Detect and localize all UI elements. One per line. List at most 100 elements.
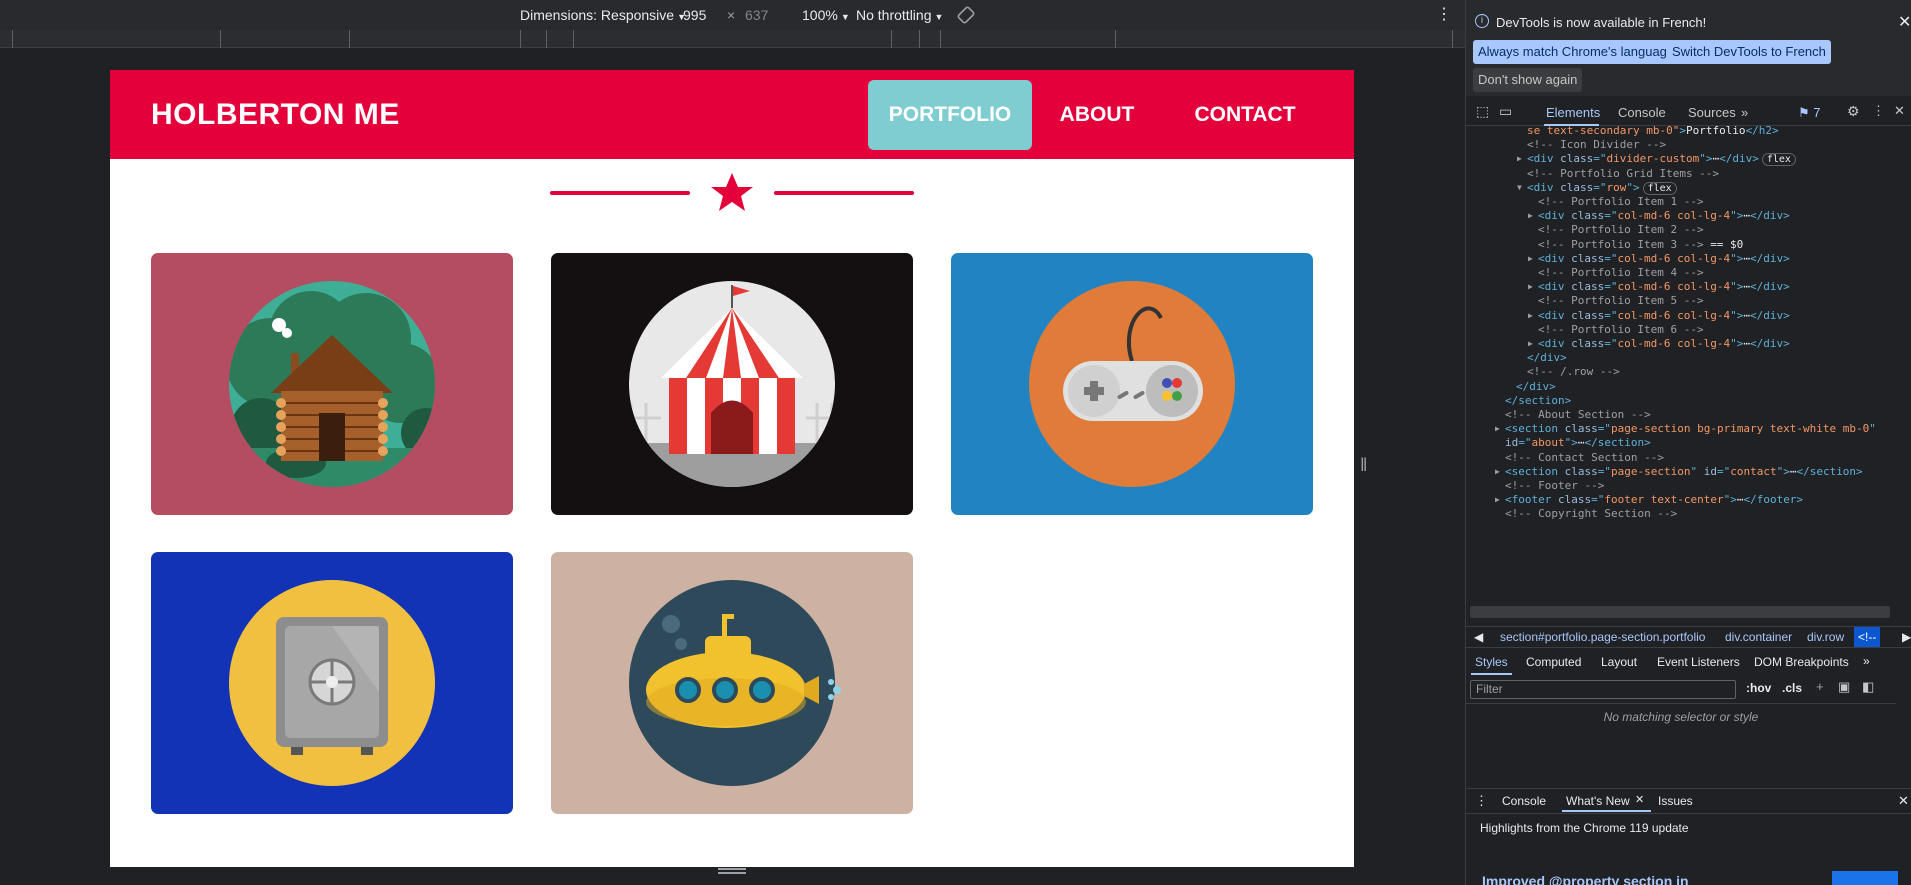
dom-tree-line[interactable]: ▶ <footer class="footer text-center">⋯</f… — [1495, 493, 1803, 506]
brand-title[interactable]: HOLBERTON ME — [151, 98, 400, 132]
dom-tree-line[interactable]: </div> — [1527, 351, 1567, 364]
dom-tree-line[interactable]: <!-- /.row --> — [1527, 365, 1620, 378]
dom-tree-line[interactable]: <!-- Icon Divider --> — [1527, 138, 1666, 151]
tab-computed[interactable]: Computed — [1526, 655, 1581, 669]
dimensions-dropdown[interactable]: Dimensions: Responsive ▼ — [520, 7, 686, 23]
dom-tree-line[interactable]: <!-- Portfolio Item 2 --> — [1538, 223, 1704, 236]
close-icon[interactable]: ✕ — [1635, 793, 1644, 806]
crumb-left-icon[interactable]: ◀ — [1474, 630, 1483, 644]
crumb-row[interactable]: div.row — [1807, 630, 1844, 644]
dom-tree-line[interactable]: <!-- Copyright Section --> — [1505, 507, 1677, 520]
dom-tree-line[interactable]: <!-- About Section --> — [1505, 408, 1651, 421]
more-tabs-icon[interactable]: » — [1863, 654, 1870, 668]
dom-tree-line[interactable]: ▶ <div class="col-md-6 col-lg-4">⋯</div> — [1528, 280, 1790, 293]
dom-tree-line[interactable]: <!-- Portfolio Item 4 --> — [1538, 266, 1704, 279]
dom-tree-line[interactable]: <!-- Footer --> — [1505, 479, 1604, 492]
close-icon[interactable]: ✕ — [1894, 103, 1905, 119]
expand-right-icon[interactable]: ▶ — [1495, 467, 1500, 476]
dom-tree-line[interactable]: ▶ <div class="divider-custom">⋯</div> flex — [1517, 152, 1796, 167]
rotate-icon[interactable] — [956, 5, 976, 25]
resize-handle-bottom[interactable] — [718, 868, 746, 874]
height-input[interactable]: 637 — [745, 7, 768, 23]
nav-portfolio[interactable]: PORTFOLIO — [868, 80, 1032, 150]
crumb-container[interactable]: div.container — [1725, 630, 1792, 644]
dom-tree-line[interactable]: ▶ <div class="col-md-6 col-lg-4">⋯</div> — [1528, 337, 1790, 350]
nav-contact[interactable]: CONTACT — [1170, 80, 1320, 150]
dom-tree-line[interactable]: ▶ <div class="col-md-6 col-lg-4">⋯</div> — [1528, 252, 1790, 265]
styles-filter-input[interactable]: Filter — [1470, 680, 1736, 699]
expand-right-icon[interactable]: ▶ — [1528, 339, 1533, 348]
tab-elements[interactable]: Elements — [1546, 105, 1600, 120]
dom-tree-line[interactable]: </section> — [1505, 394, 1571, 407]
expand-right-icon[interactable]: ▶ — [1528, 282, 1533, 291]
expand-right-icon[interactable]: ▶ — [1528, 211, 1533, 220]
dom-tree-line[interactable]: <!-- Portfolio Item 3 --> == $0 — [1538, 238, 1743, 251]
resize-handle-right[interactable]: ‖ — [1360, 455, 1367, 476]
portfolio-item-cabin[interactable] — [151, 253, 513, 515]
kebab-menu-icon[interactable]: ⋮ — [1872, 103, 1885, 119]
dom-tree-line[interactable]: <!-- Contact Section --> — [1505, 451, 1664, 464]
expand-right-icon[interactable]: ▶ — [1528, 311, 1533, 320]
expand-right-icon[interactable]: ▶ — [1528, 254, 1533, 263]
paint-icon[interactable]: ▣ — [1838, 679, 1850, 695]
dom-tree-line[interactable]: <!-- Portfolio Item 5 --> — [1538, 294, 1704, 307]
tab-styles[interactable]: Styles — [1475, 655, 1508, 669]
issues-badge[interactable]: ⚑ 7 — [1798, 105, 1821, 121]
device-mode-icon[interactable]: ▭ — [1499, 103, 1512, 120]
dom-tree-line[interactable]: ▶ <section class="page-section" id="conta… — [1495, 465, 1863, 478]
expand-right-icon[interactable]: ▶ — [1495, 424, 1500, 433]
width-input[interactable]: 995 — [683, 7, 706, 23]
flex-badge[interactable]: flex — [1761, 153, 1796, 167]
tab-sources[interactable]: Sources — [1688, 105, 1736, 120]
flex-badge[interactable]: flex — [1642, 181, 1677, 195]
add-rule-icon[interactable]: + — [1816, 679, 1824, 694]
portfolio-item-submarine[interactable] — [551, 552, 913, 814]
crumb-section[interactable]: section#portfolio.page-section.portfolio — [1500, 630, 1705, 644]
drawer-tab-issues[interactable]: Issues — [1658, 794, 1693, 808]
tab-console[interactable]: Console — [1618, 105, 1666, 120]
dom-tree-line[interactable]: </div> — [1516, 380, 1556, 393]
cls-button[interactable]: .cls — [1782, 681, 1802, 695]
dom-tree-line[interactable]: <!-- Portfolio Grid Items --> — [1527, 167, 1719, 180]
portfolio-item-game[interactable] — [951, 253, 1313, 515]
tab-event-listeners[interactable]: Event Listeners — [1657, 655, 1740, 669]
tab-dom-breakpoints[interactable]: DOM Breakpoints — [1754, 655, 1849, 669]
drawer-tab-whats-new[interactable]: What's New — [1566, 794, 1630, 808]
dom-tree-line[interactable]: ▼ <div class="row"> flex — [1517, 181, 1677, 195]
sidebar-toggle-icon[interactable]: ◧ — [1862, 679, 1874, 695]
throttling-dropdown[interactable]: No throttling ▼ — [856, 7, 943, 23]
dom-tree-line[interactable]: ▶ <section class="page-section bg-primary… — [1495, 422, 1876, 435]
crumb-right-icon[interactable]: ▶ — [1902, 630, 1911, 644]
device-toolbar: Dimensions: Responsive ▼ 995 × 637 100% ▼ … — [0, 0, 1465, 30]
zoom-dropdown[interactable]: 100% ▼ — [802, 7, 850, 23]
settings-icon[interactable]: ⚙ — [1847, 103, 1860, 120]
dom-tree-line[interactable]: ▶ <div class="col-md-6 col-lg-4">⋯</div> — [1528, 309, 1790, 322]
drawer-tab-console[interactable]: Console — [1502, 794, 1546, 808]
hov-button[interactable]: :hov — [1746, 681, 1771, 695]
expand-right-icon[interactable]: ▶ — [1495, 495, 1500, 504]
crumb-comment[interactable]: <!-- — [1854, 627, 1881, 647]
kebab-menu-icon[interactable]: ⋮ — [1436, 4, 1452, 24]
dom-tree-line[interactable]: se text-secondary mb-0">Portfolio</h2> — [1527, 124, 1779, 137]
switch-french-button[interactable]: Switch DevTools to French — [1667, 40, 1831, 64]
close-icon[interactable]: ✕ — [1898, 12, 1911, 32]
whats-new-link[interactable]: Improved @property section in — [1482, 873, 1689, 885]
kebab-menu-icon[interactable]: ⋮ — [1475, 793, 1488, 809]
more-tabs-icon[interactable]: » — [1741, 105, 1748, 120]
expand-right-icon[interactable]: ▶ — [1517, 154, 1522, 163]
dom-tree-line[interactable]: id="about">⋯</section> — [1505, 436, 1651, 449]
dom-tree-line[interactable]: ▶ <div class="col-md-6 col-lg-4">⋯</div> — [1528, 209, 1790, 222]
always-match-button[interactable]: Always match Chrome's language — [1473, 40, 1680, 64]
inspect-icon[interactable]: ⬚ — [1476, 103, 1489, 120]
horizontal-scrollbar[interactable] — [1470, 606, 1890, 618]
portfolio-item-safe[interactable] — [151, 552, 513, 814]
dom-tree-line[interactable]: <!-- Portfolio Item 6 --> — [1538, 323, 1704, 336]
nav-about[interactable]: ABOUT — [1047, 80, 1147, 150]
portfolio-item-circus[interactable] — [551, 253, 913, 515]
tab-layout[interactable]: Layout — [1601, 655, 1637, 669]
dom-tree-line[interactable]: <!-- Portfolio Item 1 --> — [1538, 195, 1704, 208]
elements-tree[interactable]: se text-secondary mb-0">Portfolio</h2> <!… — [1466, 124, 1896, 604]
expand-down-icon[interactable]: ▼ — [1517, 183, 1522, 192]
dont-show-button[interactable]: Don't show again — [1473, 68, 1583, 92]
close-icon[interactable]: ✕ — [1898, 793, 1909, 809]
